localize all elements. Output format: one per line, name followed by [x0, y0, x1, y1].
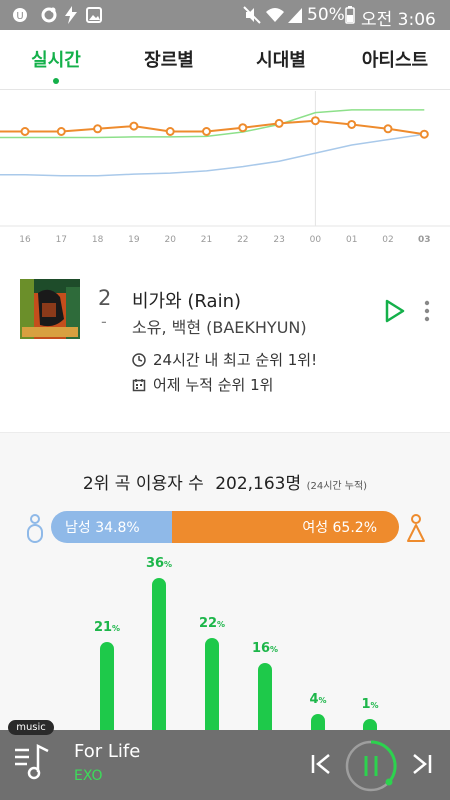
series-point-11[interactable] — [419, 129, 429, 139]
svg-text:U: U — [16, 11, 23, 22]
series-point-3[interactable] — [129, 121, 139, 131]
x-tick-label: 22 — [237, 235, 248, 245]
tab-genre[interactable]: 장르별 — [141, 46, 197, 72]
series-line-2 — [0, 133, 425, 177]
album-art[interactable] — [20, 279, 80, 339]
more-options-button[interactable] — [420, 300, 434, 322]
age-distribution-bars: 21% 36% 22% 16% 4% 1% — [0, 433, 450, 731]
x-tick-label: 17 — [56, 235, 67, 245]
tab-era[interactable]: 시대별 — [253, 46, 309, 72]
rank-change: - — [101, 312, 107, 331]
sync-icon — [40, 6, 58, 24]
mini-player[interactable]: For Life EXO — [0, 730, 450, 800]
status-bar: U 50% 오전 3:06 — [0, 0, 450, 30]
battery-percent: 50% — [307, 5, 345, 25]
x-tick-label: 21 — [201, 235, 212, 245]
x-tick-label: 03 — [418, 235, 431, 245]
series-point-5[interactable] — [202, 127, 211, 136]
battery-icon — [345, 6, 355, 24]
wifi-icon — [265, 6, 285, 24]
song-artist[interactable]: 소유, 백현 (BAEKHYUN) — [132, 314, 307, 338]
x-tick-label: 02 — [382, 235, 393, 245]
signal-icon — [287, 6, 303, 24]
age-bar-label: 22% — [198, 615, 226, 631]
yesterday-rank-line: 어제 누적 순위 1위 — [132, 374, 273, 395]
best-rank-line: 24시간 내 최고 순위 1위! — [132, 349, 317, 370]
series-point-0[interactable] — [20, 127, 30, 136]
age-bar-label: 4% — [309, 692, 327, 707]
rank-trend-svg: 16 17 18 19 20 21 22 23 00 01 02 03 — [0, 91, 450, 245]
usim-icon: U — [10, 6, 30, 24]
age-bar-label: 16% — [251, 641, 279, 656]
x-tick-label: 16 — [19, 235, 31, 245]
x-tick-label: 23 — [273, 235, 284, 245]
series-point-2[interactable] — [93, 124, 103, 134]
age-bar-label: 21% — [93, 619, 121, 635]
series-point-1[interactable] — [56, 127, 66, 136]
tab-artist[interactable]: 아티스트 — [360, 46, 430, 72]
yesterday-rank-text: 어제 누적 순위 1위 — [153, 376, 274, 394]
series-point-4[interactable] — [165, 127, 175, 136]
age-bar — [152, 578, 166, 731]
age-bar — [311, 714, 325, 731]
age-bar — [205, 637, 219, 731]
music-badge: music — [8, 720, 54, 735]
tab-realtime[interactable]: 실시간 — [28, 46, 84, 72]
clock-icon — [132, 352, 146, 367]
listener-stats: 2위 곡 이용자 수 202,163명 (24시간 누적) 남성 34.8% 여… — [0, 432, 450, 731]
series-point-6[interactable] — [238, 123, 248, 133]
series-point-9[interactable] — [347, 119, 357, 129]
age-bar-label: 36% — [145, 556, 173, 571]
song-row[interactable]: 2 - 비가와 (Rain) 소유, 백현 (BAEKHYUN) 24시간 내 … — [0, 260, 450, 430]
age-bar-label: 1% — [361, 697, 379, 712]
rank-trend-chart: 16 17 18 19 20 21 22 23 00 01 02 03 — [0, 91, 450, 251]
next-track-button[interactable] — [411, 752, 433, 776]
previous-track-button[interactable] — [310, 752, 332, 776]
age-bar — [258, 663, 272, 731]
series-point-10[interactable] — [383, 124, 393, 134]
mute-icon — [243, 6, 261, 24]
now-playing-title[interactable]: For Life — [74, 741, 140, 762]
rank-number: 2 — [98, 286, 112, 310]
x-tick-label: 18 — [92, 235, 104, 245]
age-bar — [100, 641, 114, 731]
image-icon — [86, 6, 102, 24]
x-tick-label: 01 — [346, 235, 357, 245]
pause-button[interactable] — [344, 739, 398, 793]
x-tick-label: 20 — [164, 235, 176, 245]
x-tick-label: 00 — [310, 235, 322, 245]
x-tick-label: 19 — [128, 235, 140, 245]
playlist-music-icon[interactable] — [14, 742, 50, 782]
play-button[interactable] — [383, 298, 407, 324]
calendar-icon — [132, 378, 146, 392]
best-rank-text: 24시간 내 최고 순위 1위! — [153, 351, 318, 369]
active-tab-indicator — [53, 78, 59, 84]
series-point-8[interactable] — [310, 116, 320, 126]
flash-icon — [64, 6, 78, 24]
song-title[interactable]: 비가와 (Rain) — [132, 287, 241, 313]
clock-time: 오전 3:06 — [361, 10, 436, 30]
now-playing-artist[interactable]: EXO — [74, 768, 103, 784]
chart-tabs: 실시간 장르별 시대별 아티스트 — [0, 30, 450, 90]
series-point-7[interactable] — [274, 118, 284, 128]
